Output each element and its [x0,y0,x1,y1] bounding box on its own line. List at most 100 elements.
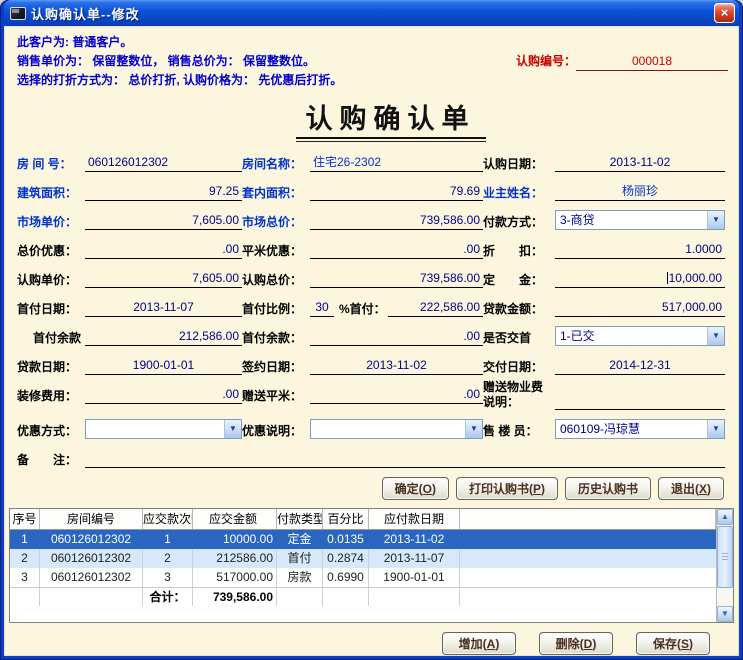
first-date-field[interactable]: 2013-11-07 [85,299,242,317]
market-total-field[interactable]: 739,586.00 [310,212,483,230]
add-button[interactable]: 增加(A) [442,632,516,655]
gift-sqm-field[interactable]: .00 [310,386,483,404]
ratio-percent-field[interactable]: 30 [310,299,334,317]
total-disc-field[interactable]: .00 [85,241,242,259]
table-row[interactable]: 20601260123022212586.00首付0.28742013-11-0… [10,549,716,568]
balance-left-field[interactable]: 212,586.00 [85,328,242,346]
first-pay-field[interactable]: 222,586.00 [388,299,483,317]
sign-date-field[interactable]: 2013-11-02 [310,357,483,375]
text-caret [667,272,668,284]
owner-name-label: 业主姓名： [483,186,555,201]
pay-method-label: 付款方式： [483,215,555,230]
table-empty-area [10,606,716,622]
dialog-body: 此客户为: 普通客户。 销售单价为： 保留整数位， 销售总价为： 保留整数位。 … [4,26,739,656]
history-subscription-button[interactable]: 历史认购书 [565,477,651,500]
exit-button[interactable]: 退出(X) [658,477,724,500]
subscribe-total-field[interactable]: 739,586.00 [310,270,483,288]
ratio-label: 首付比例： [242,302,310,317]
sqm-disc-field[interactable]: .00 [310,241,483,259]
order-number-value: 000018 [576,52,728,71]
bottom-button-row: 增加(A) 删除(D) 保存(S) [5,623,738,655]
balance-left-label: 首付余款 [17,331,85,346]
table-row[interactable]: 30601260123023517000.00房款0.69901900-01-0… [10,568,716,587]
ratio-label2: %首付： [337,302,388,317]
balance-mid-field[interactable]: .00 [310,328,483,346]
market-unit-field[interactable]: 7,605.00 [85,212,242,230]
paid-first-select[interactable]: 1-已交▼ [555,326,725,346]
chevron-down-icon[interactable]: ▼ [707,211,724,229]
payment-schedule-table: 序号 房间编号 应交款次数 应交金额 付款类型 百分比 应付款日期 106012… [9,508,734,623]
scroll-down-icon[interactable]: ▼ [717,606,733,622]
build-area-field[interactable]: 97.25 [85,183,242,201]
owner-name-field[interactable]: 杨丽珍 [555,183,725,201]
order-number-label: 认购编号： [516,52,576,71]
col-pay-type: 付款类型 [277,509,323,529]
dialog-window: 认购确认单--修改 × 此客户为: 普通客户。 销售单价为： 保留整数位， 销售… [0,0,743,660]
col-room-code: 房间编号 [40,509,143,529]
deliver-date-field[interactable]: 2014-12-31 [555,357,725,375]
subscribe-unit-field[interactable]: 7,605.00 [85,270,242,288]
table-total-row: 合计：739,586.00 [10,587,716,606]
col-amount: 应交金额 [193,509,277,529]
scroll-up-icon[interactable]: ▲ [717,509,733,525]
salesman-select[interactable]: 060109-冯琼慧▼ [555,419,725,439]
action-button-row: 确定(O) 打印认购书(P) 历史认购书 退出(X) [5,470,738,500]
first-date-label: 首付日期： [17,302,85,317]
remark-label: 备 注： [17,453,85,468]
window-title: 认购确认单--修改 [31,4,709,23]
close-icon[interactable]: × [714,3,735,23]
sqm-disc-label: 平米优惠： [242,244,310,259]
decorate-fee-label: 装修费用： [17,389,85,404]
save-button[interactable]: 保存(S) [636,632,710,655]
subscribe-date-field[interactable]: 2013-11-02 [555,154,725,172]
title-bar: 认购确认单--修改 × [4,0,739,26]
gift-note-label: 赠送物业费 说明： [483,380,555,410]
balance-mid-label: 首付余款： [242,331,310,346]
delete-button[interactable]: 删除(D) [539,632,613,655]
chevron-down-icon[interactable]: ▼ [224,420,241,438]
gift-note-field[interactable] [555,394,725,410]
chevron-down-icon[interactable]: ▼ [707,327,724,345]
disc-note-select[interactable]: ▼ [310,419,483,439]
total-disc-label: 总价优惠： [17,244,85,259]
gift-sqm-label: 赠送平米： [242,389,310,404]
deposit-field[interactable]: 10,000.00 [555,270,725,288]
build-area-label: 建筑面积： [17,186,85,201]
col-empty [460,509,716,529]
window-icon [10,7,26,20]
scrollbar-thumb[interactable] [717,526,733,588]
decorate-fee-field[interactable]: .00 [85,386,242,404]
chevron-down-icon[interactable]: ▼ [707,420,724,438]
pay-method-select[interactable]: 3-商贷▼ [555,210,725,230]
loan-date-label: 贷款日期： [17,360,85,375]
info-block: 此客户为: 普通客户。 销售单价为： 保留整数位， 销售总价为： 保留整数位。 … [5,27,738,90]
loan-amount-field[interactable]: 517,000.00 [555,299,725,317]
discount-label: 折 扣： [483,244,555,259]
chevron-down-icon[interactable]: ▼ [465,420,482,438]
remark-field[interactable] [85,452,725,468]
total-value: 739,586.00 [193,588,277,606]
room-name-field[interactable]: 住宅26-2302 [310,154,483,172]
page-title: 认购确认单 [296,97,486,139]
sign-date-label: 签约日期： [242,360,310,375]
subscribe-date-label: 认购日期： [483,157,555,172]
scrollbar-track[interactable] [717,589,733,606]
order-number-group: 认购编号： 000018 [516,52,730,71]
room-name-label: 房间名称： [242,157,310,172]
room-no-field[interactable]: 060126012302 [85,154,242,172]
vertical-scrollbar[interactable]: ▲ ▼ [716,509,733,622]
market-total-label: 市场总价： [242,215,310,230]
total-label: 合计： [143,588,193,606]
col-seq: 序号 [10,509,40,529]
loan-date-field[interactable]: 1900-01-01 [85,357,242,375]
loan-amount-label: 贷款金额： [483,302,555,317]
ok-button[interactable]: 确定(O) [382,477,449,500]
salesman-label: 售 楼 员： [483,424,555,439]
discount-field[interactable]: 1.0000 [555,241,725,259]
subscribe-total-label: 认购总价： [242,273,310,288]
inner-area-field[interactable]: 79.69 [310,183,483,201]
print-subscription-button[interactable]: 打印认购书(P) [456,477,558,500]
table-row[interactable]: 1060126012302110000.00定金0.01352013-11-02 [10,530,716,549]
disc-type-select[interactable]: ▼ [85,419,242,439]
paid-first-label: 是否交首 [483,331,555,346]
